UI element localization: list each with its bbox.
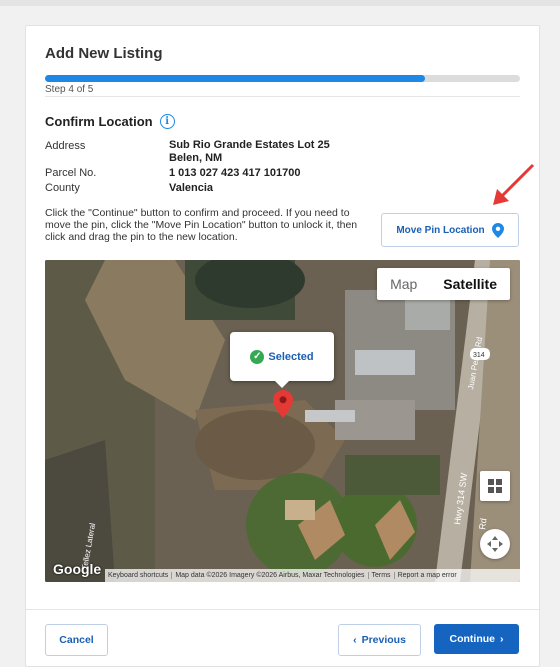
report-error-link[interactable]: Report a map error xyxy=(395,572,460,579)
map-pan-control[interactable] xyxy=(480,529,510,559)
progress-fill xyxy=(45,75,425,82)
satellite-imagery: Juan Perea Rd Hwy 314 SW Rd Tellez Later… xyxy=(45,260,520,582)
divider xyxy=(45,96,520,97)
road-label-rd: Rd xyxy=(477,517,489,530)
satellite-tab[interactable]: Satellite xyxy=(430,268,510,300)
info-icon[interactable]: i xyxy=(159,114,175,129)
move-pin-location-button[interactable]: Move Pin Location xyxy=(381,213,519,247)
keyboard-shortcuts-link[interactable]: Keyboard shortcuts xyxy=(105,572,173,579)
section-title-text: Confirm Location xyxy=(45,114,153,129)
county-value: Valencia xyxy=(169,182,214,194)
check-circle-icon: ✓ xyxy=(250,349,265,364)
map-type-toggle: Map Satellite xyxy=(377,268,510,300)
selected-label: Selected xyxy=(268,350,314,363)
road-shield-314: 314 xyxy=(473,352,485,359)
parcel-label: Parcel No. xyxy=(45,167,97,179)
pan-arrows-icon xyxy=(487,536,503,552)
google-logo: Google xyxy=(53,561,102,577)
red-arrow-icon xyxy=(493,163,535,205)
listing-card: Add New Listing Step 4 of 5 Confirm Loca… xyxy=(25,25,540,667)
grid-icon xyxy=(488,479,502,493)
map-data-credit: Map data ©2026 Imagery ©2026 Airbus, Max… xyxy=(172,572,369,579)
map-view[interactable]: Juan Perea Rd Hwy 314 SW Rd Tellez Later… xyxy=(45,260,520,582)
map-pin-icon[interactable] xyxy=(273,390,293,418)
continue-button[interactable]: Continue › xyxy=(434,624,519,654)
selected-infowindow: ✓ Selected xyxy=(230,332,334,381)
instructions-text: Click the "Continue" button to confirm a… xyxy=(45,207,358,243)
map-attribution: Keyboard shortcuts Map data ©2026 Imager… xyxy=(105,569,520,582)
cancel-label: Cancel xyxy=(59,634,94,646)
top-bar xyxy=(0,0,560,6)
previous-label: Previous xyxy=(361,634,406,646)
previous-button[interactable]: ‹ Previous xyxy=(338,624,421,656)
address-value: Sub Rio Grande Estates Lot 25 Belen, NM xyxy=(169,139,330,165)
map-tab[interactable]: Map xyxy=(377,268,430,300)
map-layers-button[interactable] xyxy=(480,471,510,501)
chevron-left-icon: ‹ xyxy=(353,634,357,646)
step-indicator: Step 4 of 5 xyxy=(45,84,94,95)
terms-link[interactable]: Terms xyxy=(369,572,395,579)
address-line2: Belen, NM xyxy=(169,152,223,164)
progress-bar xyxy=(45,75,520,82)
continue-label: Continue xyxy=(449,633,496,645)
location-pin-icon xyxy=(491,222,504,238)
county-label: County xyxy=(45,182,80,194)
parcel-value: 1 013 027 423 417 101700 xyxy=(169,167,301,179)
chevron-right-icon: › xyxy=(500,633,504,645)
address-line1: Sub Rio Grande Estates Lot 25 xyxy=(169,139,330,151)
section-title: Confirm Location i xyxy=(45,114,175,129)
move-pin-label: Move Pin Location xyxy=(396,224,485,236)
infowindow-tail xyxy=(274,380,290,388)
address-label: Address xyxy=(45,140,86,152)
cancel-button[interactable]: Cancel xyxy=(45,624,108,656)
page-title: Add New Listing xyxy=(45,45,163,62)
footer-divider xyxy=(26,609,539,610)
